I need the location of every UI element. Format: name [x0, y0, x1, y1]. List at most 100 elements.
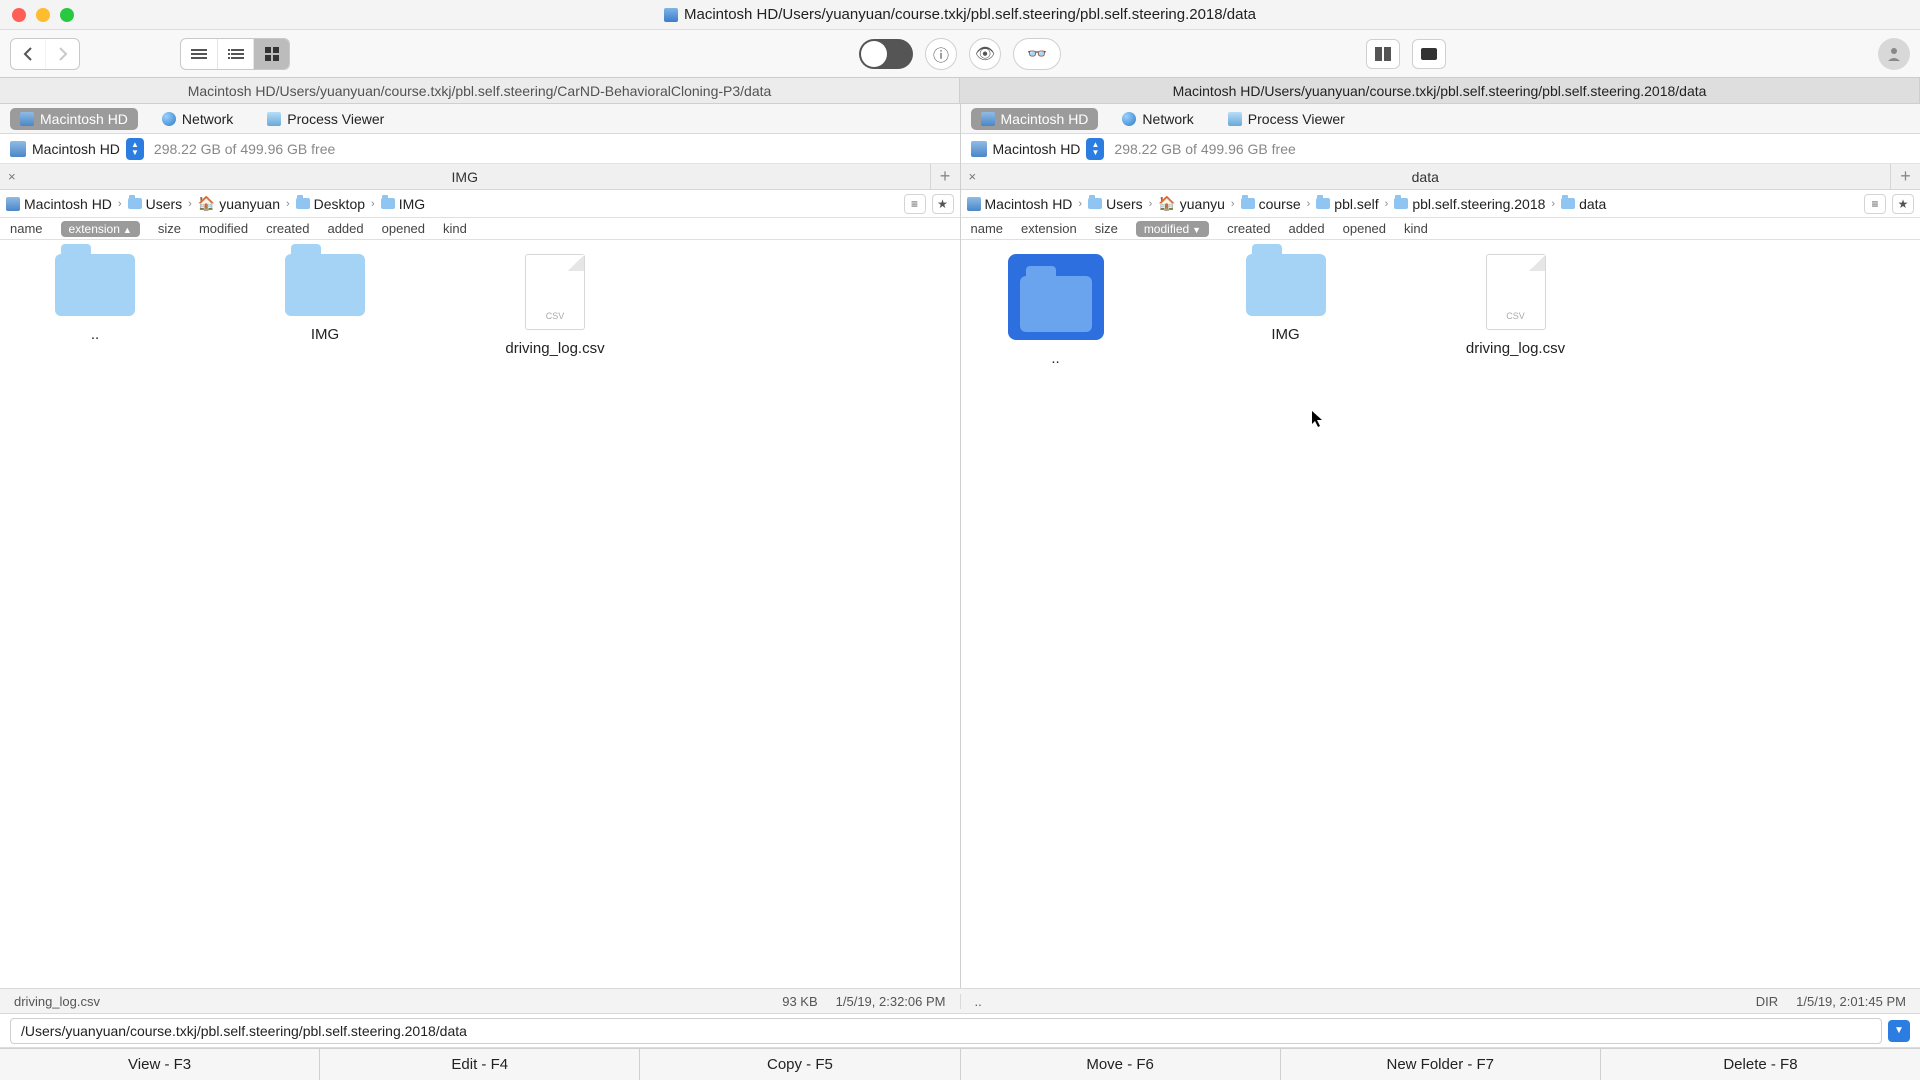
right-tools — [1366, 38, 1910, 70]
left-device-process[interactable]: Process Viewer — [257, 108, 394, 130]
col-name[interactable]: name — [971, 221, 1004, 236]
right-status-kind: DIR — [1756, 994, 1778, 1009]
view-column-icon[interactable] — [217, 39, 253, 69]
right-device-hd[interactable]: Macintosh HD — [971, 108, 1099, 130]
col-extension[interactable]: extension — [1021, 221, 1077, 236]
left-folder-tab[interactable]: IMG — [0, 169, 930, 185]
crumb-2018[interactable]: pbl.self.steering.2018› — [1394, 196, 1557, 212]
disk-icon — [6, 197, 20, 211]
col-created[interactable]: created — [1227, 221, 1270, 236]
left-item-img[interactable]: IMG — [250, 254, 400, 357]
move-button[interactable]: Move - F6 — [961, 1048, 1281, 1080]
col-added[interactable]: added — [327, 221, 363, 236]
left-status: driving_log.csv 93 KB 1/5/19, 2:32:06 PM — [0, 994, 961, 1009]
col-modified[interactable]: modified — [199, 221, 248, 236]
left-device-hd[interactable]: Macintosh HD — [10, 108, 138, 130]
col-kind[interactable]: kind — [1404, 221, 1428, 236]
close-window-icon[interactable] — [12, 8, 26, 22]
view-button[interactable]: View - F3 — [0, 1048, 320, 1080]
dual-pane-button[interactable] — [1366, 39, 1400, 69]
delete-button[interactable]: Delete - F8 — [1601, 1048, 1920, 1080]
minimize-window-icon[interactable] — [36, 8, 50, 22]
folder-icon — [381, 198, 395, 209]
crumb-data[interactable]: data — [1561, 196, 1606, 212]
copy-button[interactable]: Copy - F5 — [640, 1048, 960, 1080]
right-device-network[interactable]: Network — [1112, 108, 1203, 130]
left-drive-select[interactable]: Macintosh HD ▲▼ — [10, 138, 144, 160]
left-star-mini-button[interactable]: ★ — [932, 194, 954, 214]
col-extension[interactable]: extension▲ — [61, 221, 140, 237]
col-name[interactable]: name — [10, 221, 43, 236]
new-folder-button[interactable]: New Folder - F7 — [1281, 1048, 1601, 1080]
right-star-mini-button[interactable]: ★ — [1892, 194, 1914, 214]
crumb-users[interactable]: Users› — [1088, 196, 1154, 212]
right-drive-stepper[interactable]: ▲▼ — [1086, 138, 1104, 160]
folder-icon — [1241, 198, 1255, 209]
terminal-button[interactable] — [1412, 39, 1446, 69]
user-button[interactable] — [1878, 38, 1910, 70]
crumb-current[interactable]: IMG — [381, 196, 425, 212]
left-add-tab-button[interactable]: + — [930, 164, 960, 189]
crumb-pbl[interactable]: pbl.self› — [1316, 196, 1390, 212]
left-list-mini-button[interactable]: ≡ — [904, 194, 926, 214]
right-folder-tabbar: × data + — [961, 164, 1920, 190]
crumb-users[interactable]: Users› — [128, 196, 194, 212]
right-item-parent[interactable]: .. — [981, 254, 1131, 367]
hidden-files-toggle[interactable] — [859, 39, 913, 69]
info-button[interactable]: ⓘ — [925, 38, 957, 70]
folder-icon — [1088, 198, 1102, 209]
right-column-headers: name extension size modified▼ created ad… — [961, 218, 1920, 240]
right-path-tab[interactable]: Macintosh HD/Users/yuanyuan/course.txkj/… — [960, 78, 1920, 103]
left-item-csv[interactable]: CSV driving_log.csv — [480, 254, 630, 357]
left-item-parent[interactable]: .. — [20, 254, 170, 357]
crumb-user[interactable]: 🏠yuanyuan› — [198, 195, 292, 212]
forward-button[interactable] — [45, 39, 79, 69]
view-options-button[interactable]: 👓 — [1013, 38, 1061, 70]
left-freespace: 298.22 GB of 499.96 GB free — [154, 141, 335, 157]
quicklook-button[interactable]: 👁 — [969, 38, 1001, 70]
cursor-icon — [1311, 410, 1325, 428]
col-size[interactable]: size — [1095, 221, 1118, 236]
col-created[interactable]: created — [266, 221, 309, 236]
col-opened[interactable]: opened — [382, 221, 425, 236]
view-list-icon[interactable] — [181, 39, 217, 69]
disk-icon — [971, 141, 987, 157]
right-folder-tab[interactable]: data — [961, 169, 1891, 185]
back-button[interactable] — [11, 39, 45, 69]
path-history-button[interactable]: ▼ — [1888, 1020, 1910, 1042]
crumb-course[interactable]: course› — [1241, 196, 1313, 212]
right-add-tab-button[interactable]: + — [1890, 164, 1920, 189]
path-input[interactable]: /Users/yuanyuan/course.txkj/pbl.self.ste… — [10, 1018, 1882, 1044]
crumb-desktop[interactable]: Desktop› — [296, 196, 377, 212]
right-path-tab-label: Macintosh HD/Users/yuanyuan/course.txkj/… — [1173, 83, 1707, 99]
view-grid-icon[interactable] — [253, 39, 289, 69]
left-drive-row: Macintosh HD ▲▼ 298.22 GB of 499.96 GB f… — [0, 134, 960, 164]
col-opened[interactable]: opened — [1343, 221, 1386, 236]
left-device-network[interactable]: Network — [152, 108, 243, 130]
right-device-process[interactable]: Process Viewer — [1218, 108, 1355, 130]
left-drive-stepper[interactable]: ▲▼ — [126, 138, 144, 160]
left-path-tab[interactable]: Macintosh HD/Users/yuanyuan/course.txkj/… — [0, 78, 960, 103]
eye-icon: 👁 — [975, 44, 995, 64]
right-item-img[interactable]: IMG — [1211, 254, 1361, 367]
left-file-grid[interactable]: .. IMG CSV driving_log.csv — [0, 240, 960, 988]
col-modified[interactable]: modified▼ — [1136, 221, 1209, 237]
edit-button[interactable]: Edit - F4 — [320, 1048, 640, 1080]
col-kind[interactable]: kind — [443, 221, 467, 236]
left-devices-row: Macintosh HD Network Process Viewer — [0, 104, 960, 134]
crumb-hd[interactable]: Macintosh HD› — [6, 196, 124, 212]
right-item-csv[interactable]: CSV driving_log.csv — [1441, 254, 1591, 367]
right-file-grid[interactable]: .. IMG CSV driving_log.csv — [961, 240, 1920, 988]
zoom-window-icon[interactable] — [60, 8, 74, 22]
col-size[interactable]: size — [158, 221, 181, 236]
left-tab-close-icon[interactable]: × — [8, 169, 16, 184]
right-drive-select[interactable]: Macintosh HD ▲▼ — [971, 138, 1105, 160]
right-list-mini-button[interactable]: ≡ — [1864, 194, 1886, 214]
col-added[interactable]: added — [1288, 221, 1324, 236]
crumb-hd[interactable]: Macintosh HD› — [967, 196, 1085, 212]
right-tab-close-icon[interactable]: × — [969, 169, 977, 184]
right-device-process-label: Process Viewer — [1248, 111, 1345, 127]
crumb-user[interactable]: 🏠yuanyu› — [1158, 195, 1236, 212]
right-status: .. DIR 1/5/19, 2:01:45 PM — [961, 994, 1920, 1009]
left-pane: Macintosh HD Network Process Viewer Maci… — [0, 104, 961, 988]
